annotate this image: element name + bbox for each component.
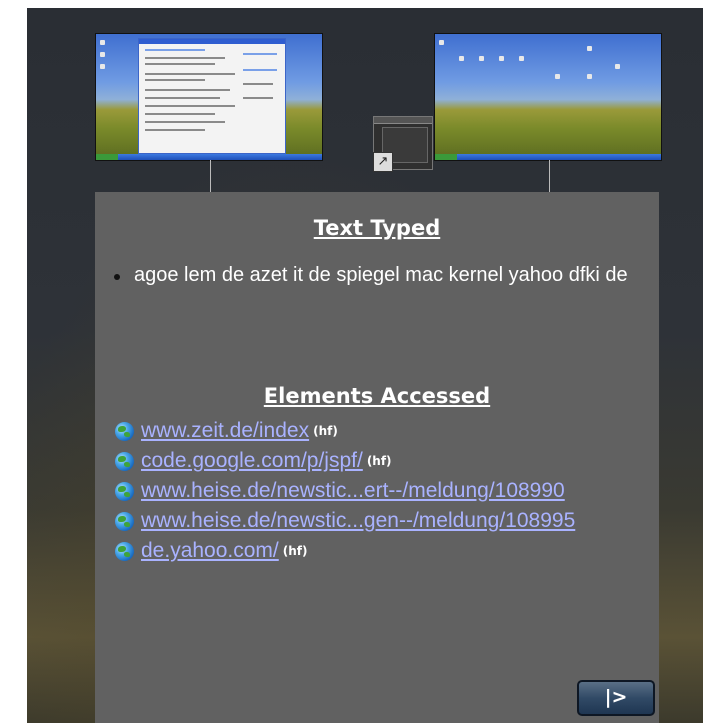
timeline-viewer: ↗ Text Typed agoe lem de azet it de spie… xyxy=(27,8,703,723)
bullet-icon xyxy=(114,274,120,280)
link-tag: (hf) xyxy=(366,454,392,468)
globe-icon xyxy=(115,511,134,531)
desktop-icon xyxy=(587,46,592,51)
desktop-icon xyxy=(615,64,620,69)
details-panel: Text Typed agoe lem de azet it de spiege… xyxy=(95,192,659,723)
screenshot-thumbnail-right[interactable] xyxy=(435,34,661,160)
globe-icon xyxy=(115,421,134,441)
list-item: de.yahoo.com/ (hf) xyxy=(115,536,659,566)
desktop-icon xyxy=(587,74,592,79)
text-typed-heading: Text Typed xyxy=(313,216,441,240)
browser-window-thumbnail xyxy=(138,38,286,154)
globe-icon xyxy=(115,481,134,501)
typed-text-list: agoe lem de azet it de spiegel mac kerne… xyxy=(114,260,644,290)
desktop-icon xyxy=(479,56,484,61)
timeline-connector xyxy=(549,160,550,192)
accessed-links-list: www.zeit.de/index (hf) code.google.com/p… xyxy=(115,416,659,566)
play-button[interactable]: |> xyxy=(577,680,655,716)
screenshot-thumbnail-left[interactable] xyxy=(96,34,322,160)
globe-icon xyxy=(115,451,134,471)
link-google-code[interactable]: code.google.com/p/jspf/ xyxy=(141,449,363,473)
desktop-icon xyxy=(100,40,105,45)
link-tag: (hf) xyxy=(282,544,308,558)
link-tag: (hf) xyxy=(313,424,338,438)
link-heise-1[interactable]: www.heise.de/newstic...ert--/meldung/108… xyxy=(141,479,565,503)
desktop-icon xyxy=(439,40,444,45)
list-item: www.heise.de/newstic...ert--/meldung/108… xyxy=(115,476,659,506)
shortcut-arrow-icon: ↗ xyxy=(373,152,393,172)
typed-text: agoe lem de azet it de spiegel mac kerne… xyxy=(134,264,628,286)
list-item: code.google.com/p/jspf/ (hf) xyxy=(115,446,659,476)
timeline-connector xyxy=(210,160,211,192)
link-zeit[interactable]: www.zeit.de/index xyxy=(141,419,309,443)
desktop-icon xyxy=(100,52,105,57)
list-item: www.heise.de/newstic...gen--/meldung/108… xyxy=(115,506,659,536)
globe-icon xyxy=(115,541,134,561)
desktop-icon xyxy=(499,56,504,61)
link-yahoo[interactable]: de.yahoo.com/ xyxy=(141,539,279,563)
elements-accessed-heading: Elements Accessed xyxy=(263,384,491,408)
desktop-icon xyxy=(100,64,105,69)
desktop-icon xyxy=(555,74,560,79)
link-heise-2[interactable]: www.heise.de/newstic...gen--/meldung/108… xyxy=(141,509,575,533)
desktop-icon xyxy=(459,56,464,61)
desktop-icon xyxy=(519,56,524,61)
list-item: agoe lem de azet it de spiegel mac kerne… xyxy=(114,260,644,290)
list-item: www.zeit.de/index (hf) xyxy=(115,416,659,446)
